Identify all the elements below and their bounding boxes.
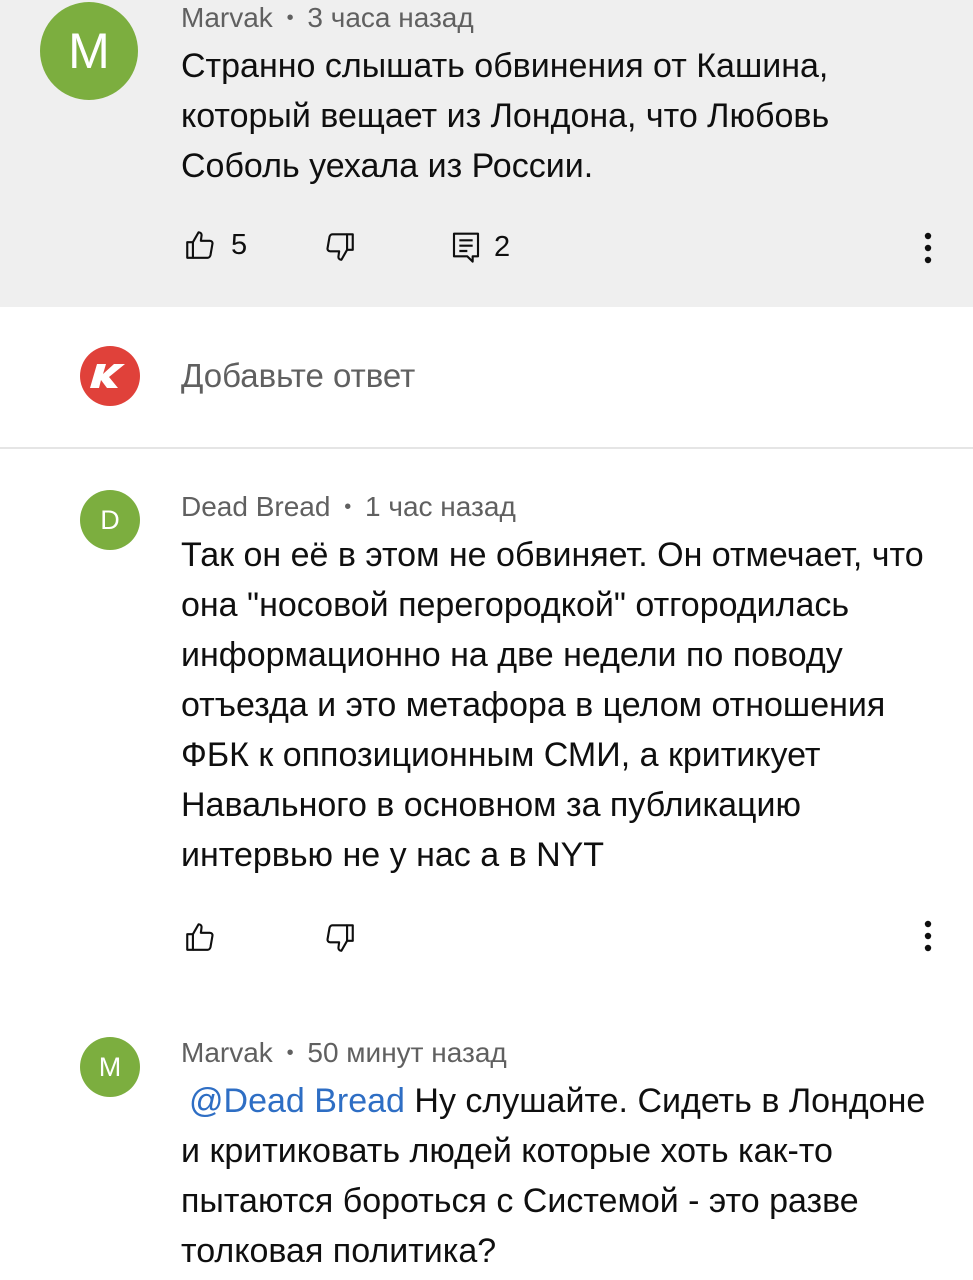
comment-text: @Dead Bread Ну слушайте. Сидеть в Лондон…	[181, 1076, 941, 1276]
avatar-letter: D	[100, 504, 120, 535]
avatar[interactable]: M	[80, 1037, 140, 1097]
user-avatar-k-logo	[90, 364, 125, 388]
more-options-button[interactable]	[918, 916, 938, 956]
thumb-up-icon	[186, 923, 214, 951]
author-name[interactable]: Marvak	[181, 2, 273, 33]
meta-separator: •	[286, 7, 294, 29]
author-name[interactable]: Dead Bread	[181, 491, 330, 522]
avatar[interactable]: M	[40, 2, 138, 100]
meta-separator: •	[344, 496, 352, 518]
comment-meta: Dead Bread • 1 час назад	[181, 491, 516, 523]
comment-icon	[452, 232, 480, 263]
add-reply-box[interactable]: Добавьте ответ	[0, 307, 973, 447]
divider	[0, 447, 973, 449]
more-vert-icon	[924, 232, 932, 264]
avatar-letter: M	[68, 23, 110, 79]
more-options-button[interactable]	[918, 228, 938, 268]
avatar-letter: M	[98, 1051, 122, 1082]
comment-time[interactable]: 3 часа назад	[307, 2, 473, 33]
dislike-button[interactable]	[323, 230, 357, 264]
thumb-up-icon	[186, 231, 214, 259]
comment-meta: Marvak • 50 минут назад	[181, 1037, 507, 1069]
dislike-button[interactable]	[323, 921, 357, 955]
comments-page: M Marvak • 3 часа назад Странно слышать …	[0, 0, 973, 1280]
thumb-down-icon	[326, 233, 354, 261]
replies-count: 2	[494, 230, 511, 263]
mention-link[interactable]: @Dead Bread	[189, 1082, 405, 1120]
more-vert-icon	[924, 920, 932, 952]
comment-text: Странно слышать обвинения от Кашина, кот…	[181, 47, 830, 185]
comment-time[interactable]: 1 час назад	[365, 491, 516, 522]
meta-separator: •	[286, 1042, 294, 1064]
author-name[interactable]: Marvak	[181, 1037, 273, 1068]
thumb-down-icon	[326, 924, 354, 952]
like-button[interactable]: 5	[183, 228, 247, 262]
like-button[interactable]	[183, 920, 217, 954]
comment-meta: Marvak • 3 часа назад	[181, 2, 474, 34]
user-avatar[interactable]	[80, 346, 140, 406]
comment-highlighted: M Marvak • 3 часа назад Странно слышать …	[0, 0, 973, 307]
comment-text: Так он её в этом не обвиняет. Он отмечае…	[181, 536, 924, 874]
like-count: 5	[231, 228, 248, 261]
avatar[interactable]: D	[80, 490, 140, 550]
comment-time[interactable]: 50 минут назад	[307, 1037, 506, 1068]
reply-input[interactable]: Добавьте ответ	[181, 357, 415, 395]
replies-button[interactable]: 2	[450, 229, 510, 265]
